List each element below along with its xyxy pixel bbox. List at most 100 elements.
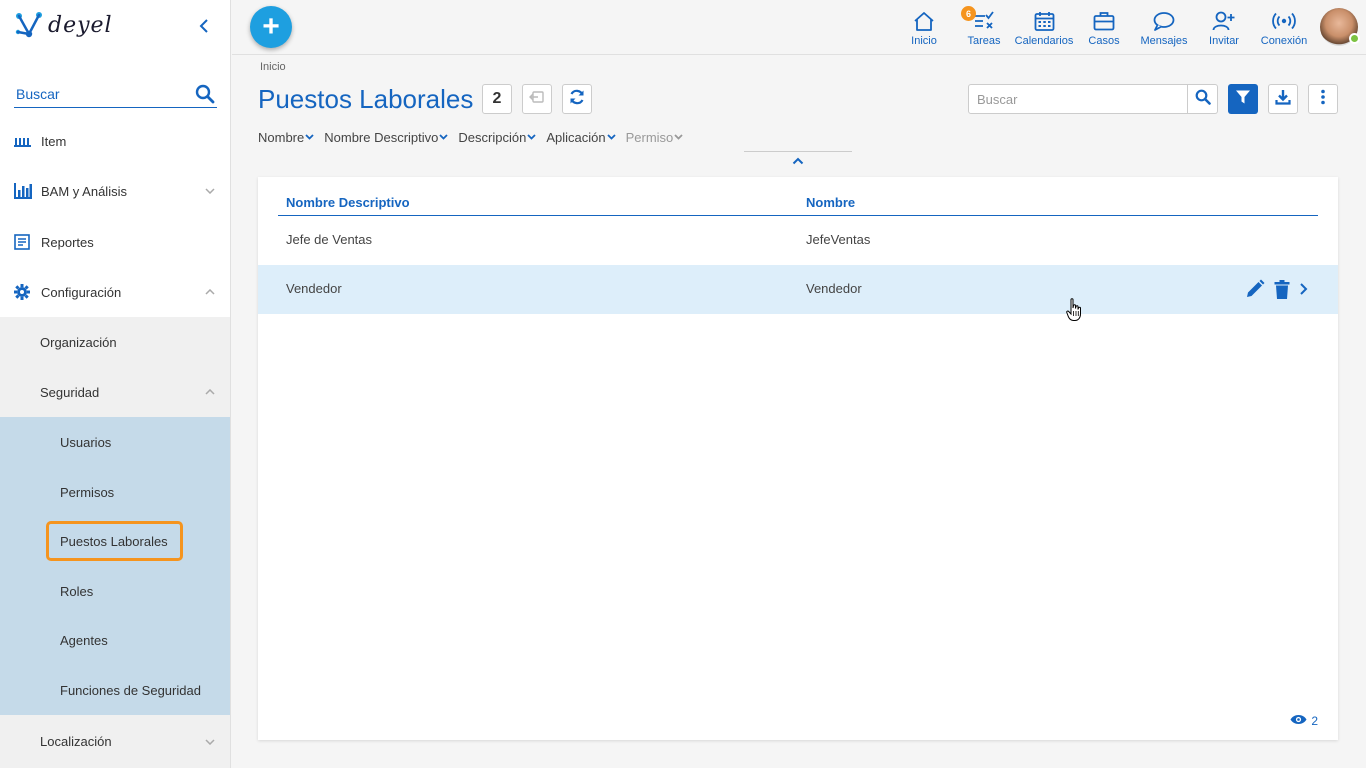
return-icon	[529, 90, 545, 109]
table-header: Nombre Descriptivo Nombre	[278, 191, 1318, 216]
report-icon	[14, 234, 34, 250]
chat-icon	[1153, 10, 1175, 32]
avatar[interactable]	[1320, 8, 1360, 46]
search-icon[interactable]	[195, 84, 215, 109]
edit-icon[interactable]	[1245, 279, 1265, 299]
nav-tareas[interactable]: 6 Tareas	[954, 0, 1014, 55]
record-count: 2	[482, 84, 512, 114]
sidebar-item-configuracion[interactable]: Configuración	[0, 267, 230, 317]
chevron-down-icon	[305, 132, 314, 143]
nav-label: Conexión	[1260, 35, 1308, 47]
deyel-logo-icon	[15, 12, 42, 38]
filter-descripcion[interactable]: Descripción	[458, 130, 536, 145]
nav-label: Mensajes	[1140, 35, 1188, 47]
sidebar-item-label: Localización	[40, 734, 112, 749]
filter-nombre-descriptivo[interactable]: Nombre Descriptivo	[324, 130, 449, 145]
filter-bar: Nombre Nombre Descriptivo Descripción Ap…	[258, 129, 693, 145]
nav-label: Inicio	[911, 35, 937, 47]
trash-icon[interactable]	[1274, 279, 1290, 299]
cell-nombre-descriptivo: Jefe de Ventas	[286, 232, 373, 247]
filter-button[interactable]	[1228, 84, 1258, 114]
row-actions	[1236, 279, 1308, 299]
search-box	[968, 84, 1188, 114]
chevron-right-icon[interactable]	[1299, 282, 1308, 296]
more-options-button[interactable]	[1308, 84, 1338, 114]
sidebar-item-permisos[interactable]: Permisos	[0, 467, 230, 517]
tasks-icon: 6	[961, 6, 995, 32]
chevron-down-icon	[439, 132, 449, 143]
tasks-badge: 6	[961, 6, 976, 21]
sidebar-item-funciones-seguridad[interactable]: Funciones de Seguridad	[0, 665, 230, 715]
filter-nombre[interactable]: Nombre	[258, 130, 314, 145]
online-status-dot	[1349, 33, 1360, 44]
sidebar-item-label: Agentes	[60, 632, 108, 648]
refresh-button[interactable]	[562, 84, 592, 114]
sidebar-item-roles[interactable]: Roles	[0, 566, 230, 616]
bars-icon	[14, 134, 34, 148]
filter-label: Nombre	[258, 129, 305, 145]
sidebar-item-organizacion[interactable]: Organización	[0, 317, 230, 367]
sidebar-search-input[interactable]	[14, 82, 184, 106]
search-icon	[1195, 89, 1211, 110]
sidebar-item-label: Seguridad	[40, 384, 100, 400]
sidebar-item-label: Configuración	[41, 284, 122, 300]
sidebar-item-localizacion[interactable]: Localización	[0, 715, 230, 768]
connection-icon	[1272, 10, 1296, 32]
column-header-nombre[interactable]: Nombre	[806, 195, 855, 210]
nav-casos[interactable]: Casos	[1074, 0, 1134, 55]
chevron-down-icon	[205, 185, 215, 197]
search-input[interactable]	[969, 85, 1187, 113]
filter-permiso: Permiso	[626, 130, 684, 145]
sidebar-search	[14, 82, 217, 108]
sidebar-item-agentes[interactable]: Agentes	[0, 615, 230, 665]
back-button[interactable]	[522, 84, 552, 114]
chevron-up-icon	[792, 152, 804, 166]
nav-inicio[interactable]: Inicio	[894, 0, 954, 55]
nav-calendarios[interactable]: Calendarios	[1014, 0, 1074, 55]
home-icon	[913, 10, 935, 32]
chevron-down-icon	[527, 132, 536, 143]
sidebar-item-bam[interactable]: BAM y Análisis	[0, 166, 230, 216]
sidebar-item-label: Permisos	[60, 484, 115, 500]
gear-icon	[14, 284, 34, 300]
breadcrumb[interactable]: Inicio	[260, 61, 286, 73]
nav-label: Tareas	[967, 35, 1001, 47]
kebab-menu-icon	[1320, 89, 1326, 110]
sidebar-item-usuarios[interactable]: Usuarios	[0, 417, 230, 467]
sidebar-item-label: Roles	[60, 583, 94, 599]
column-header-nombre-descriptivo[interactable]: Nombre Descriptivo	[286, 195, 410, 210]
sidebar-item-label: BAM y Análisis	[41, 183, 127, 199]
nav-invitar[interactable]: Invitar	[1194, 0, 1254, 55]
filter-label: Aplicación	[546, 129, 606, 145]
logo[interactable]: deyel	[14, 10, 113, 40]
chevron-up-icon	[205, 386, 215, 398]
nav-mensajes[interactable]: Mensajes	[1134, 0, 1194, 55]
chevron-down-icon	[606, 132, 616, 143]
calendar-icon	[1034, 10, 1055, 32]
eye-icon	[1290, 714, 1311, 728]
view-count: 2	[1290, 714, 1318, 728]
view-count-value: 2	[1311, 714, 1318, 728]
filter-label: Permiso	[625, 129, 674, 145]
download-button[interactable]	[1268, 84, 1298, 114]
add-button[interactable]: +	[250, 6, 292, 48]
chevron-down-icon	[205, 736, 215, 748]
sidebar-item-reportes[interactable]: Reportes	[0, 217, 230, 267]
table-row[interactable]: Jefe de Ventas JefeVentas	[258, 216, 1338, 265]
filter-aplicacion[interactable]: Aplicación	[546, 129, 616, 145]
filter-icon	[1235, 89, 1251, 110]
collapse-filters-button[interactable]	[744, 151, 852, 166]
nav-conexion[interactable]: Conexión	[1254, 0, 1314, 55]
cell-nombre-descriptivo: Vendedor	[286, 281, 342, 296]
chevron-left-icon[interactable]	[196, 17, 212, 35]
sidebar-item-item[interactable]: Item	[0, 116, 230, 166]
topbar: + Inicio 6 Tareas Calendarios Casos Mens…	[232, 0, 1366, 55]
refresh-icon	[569, 89, 585, 110]
page-title: Puestos Laborales	[258, 84, 474, 114]
table-row-selected[interactable]: Vendedor Vendedor	[258, 265, 1338, 314]
invite-user-icon	[1212, 10, 1236, 32]
download-icon	[1275, 89, 1291, 110]
app-root: deyel Item BAM y Análisis	[0, 0, 1366, 768]
search-button[interactable]	[1188, 84, 1218, 114]
sidebar-item-seguridad[interactable]: Seguridad	[0, 367, 230, 417]
